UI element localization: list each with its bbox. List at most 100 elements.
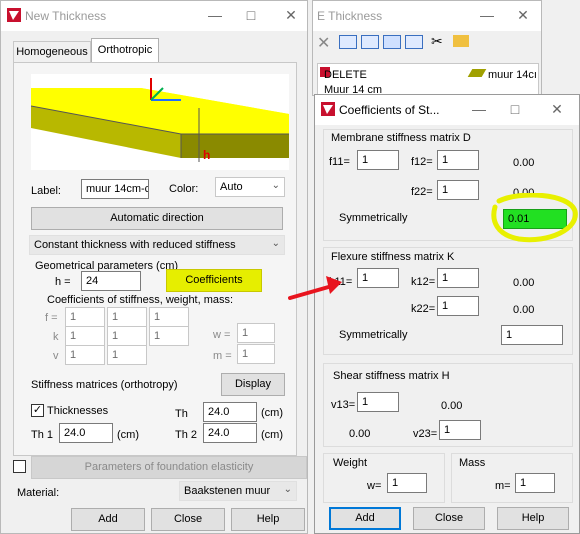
f11-input[interactable]: 1 [357, 150, 399, 170]
m-field[interactable]: 1 [237, 344, 275, 364]
f2-field[interactable]: 1 [107, 307, 147, 327]
list-item-right[interactable]: muur 14cı [488, 68, 537, 82]
cut-icon[interactable]: ✂ [431, 33, 443, 50]
v13-input[interactable]: 1 [357, 392, 399, 412]
membrane-zero-a: 0.00 [513, 157, 535, 169]
close-icon[interactable]: ✕ [543, 99, 571, 119]
k12-input[interactable]: 1 [437, 268, 479, 288]
app-icon [321, 102, 335, 116]
k22-caption: k22= [411, 303, 436, 315]
close-icon[interactable]: ✕ [277, 5, 305, 25]
f12-input[interactable]: 1 [437, 150, 479, 170]
new-thickness-window: New Thickness — □ ✕ Homogeneous Orthotro… [0, 0, 308, 534]
th1-input[interactable]: 24.0 [59, 423, 113, 443]
plate-drawing [30, 78, 289, 162]
mass-caption: m= [495, 480, 511, 492]
th-unit: (cm) [261, 407, 283, 419]
chevron-down-icon: ⌄ [283, 484, 292, 495]
k11-input[interactable]: 1 [357, 268, 399, 288]
weight-caption: w= [367, 480, 382, 492]
delete-x-icon[interactable]: ✕ [317, 33, 330, 53]
foundation-checkbox[interactable] [13, 460, 26, 473]
mass-input[interactable]: 1 [515, 473, 555, 493]
display-button[interactable]: Display [221, 373, 285, 396]
v-caption: v [53, 350, 59, 362]
minimize-icon[interactable]: — [465, 99, 493, 119]
view-icon-1[interactable] [339, 35, 357, 49]
maximize-icon[interactable]: □ [501, 99, 529, 119]
add-button[interactable]: Add [71, 508, 145, 531]
f22-input[interactable]: 1 [437, 180, 479, 200]
window-title: New Thickness [25, 9, 107, 23]
thickness-illustration: h [30, 74, 289, 170]
close-icon[interactable]: ✕ [509, 5, 537, 25]
w-field[interactable]: 1 [237, 323, 275, 343]
color-select[interactable]: Auto ⌄ [215, 177, 285, 197]
th-caption: Th [175, 408, 188, 420]
k12-caption: k12= [411, 276, 436, 288]
tab-homogeneous[interactable]: Homogeneous [13, 41, 91, 63]
foundation-elasticity-button[interactable]: Parameters of foundation elasticity [31, 456, 307, 479]
tab-orthotropic[interactable]: Orthotropic [91, 38, 159, 63]
membrane-symmetrically: Symmetrically [339, 212, 408, 224]
label-input[interactable]: muur 14cm-c [81, 179, 149, 199]
help-button[interactable]: Help [231, 508, 305, 531]
thickness-type-value: Constant thickness with reduced stiffnes… [34, 239, 236, 251]
k22-input[interactable]: 1 [437, 296, 479, 316]
mass-title: Mass [459, 457, 486, 469]
flexure-title: Flexure stiffness matrix K [331, 251, 455, 263]
f-caption: f = [45, 312, 58, 324]
coef-title: Coefficients of stiffness, weight, mass: [47, 294, 234, 306]
thicknesses-label: Thicknesses [47, 405, 109, 417]
th2-input[interactable]: 24.0 [203, 423, 257, 443]
thicknesses-checkbox[interactable]: ✓ [31, 404, 44, 417]
f22-caption: f22= [411, 186, 433, 198]
k1-field[interactable]: 1 [65, 326, 105, 346]
v2-field[interactable]: 1 [107, 345, 147, 365]
coefficients-window: Coefficients of St... — □ ✕ Membrane sti… [314, 94, 580, 534]
minimize-icon[interactable]: — [201, 5, 229, 25]
new-folder-icon[interactable] [453, 35, 469, 47]
m-caption: m = [213, 350, 232, 362]
left-titlebar: New Thickness — □ ✕ [1, 1, 307, 31]
middle-toolbar: ✕ ✂ [313, 31, 543, 57]
close-button[interactable]: Close [151, 508, 225, 531]
flexure-zero-a: 0.00 [513, 277, 535, 289]
color-caption: Color: [169, 183, 199, 195]
v1-field[interactable]: 1 [65, 345, 105, 365]
thickness-type-select[interactable]: Constant thickness with reduced stiffnes… [29, 235, 285, 255]
list-item[interactable]: DELETE [324, 68, 367, 82]
maximize-icon[interactable]: □ [237, 5, 265, 25]
flexure-sym-input[interactable]: 1 [501, 325, 563, 345]
middle-titlebar: E Thickness — ✕ [313, 1, 541, 31]
view-icon-4[interactable] [405, 35, 423, 49]
material-select[interactable]: Baakstenen muur ⌄ [179, 481, 297, 501]
v13-caption: v13= [331, 399, 356, 411]
view-icon-2[interactable] [361, 35, 379, 49]
right-titlebar: Coefficients of St... — □ ✕ [315, 95, 579, 125]
k3-field[interactable]: 1 [149, 326, 189, 346]
h-dimension-label: h [203, 148, 211, 162]
f12-caption: f12= [411, 156, 433, 168]
th-input[interactable]: 24.0 [203, 402, 257, 422]
minimize-icon[interactable]: — [473, 5, 501, 25]
coefficients-button[interactable]: Coefficients [166, 269, 262, 292]
automatic-direction-button[interactable]: Automatic direction [31, 207, 283, 230]
th1-unit: (cm) [117, 429, 139, 441]
shear-zero-b: 0.00 [349, 428, 371, 440]
coef-add-button[interactable]: Add [329, 507, 401, 530]
k2-field[interactable]: 1 [107, 326, 147, 346]
weight-input[interactable]: 1 [387, 473, 427, 493]
h-input[interactable]: 24 [81, 271, 141, 291]
th2-caption: Th 2 [175, 429, 198, 441]
f1-field[interactable]: 1 [65, 307, 105, 327]
coef-close-button[interactable]: Close [413, 507, 485, 530]
label-caption: Label: [31, 185, 61, 197]
v23-input[interactable]: 1 [439, 420, 481, 440]
middle-window-title: E Thickness [317, 9, 383, 23]
flexure-zero-b: 0.00 [513, 304, 535, 316]
f3-field[interactable]: 1 [149, 307, 189, 327]
material-caption: Material: [17, 487, 60, 499]
view-icon-3[interactable] [383, 35, 401, 49]
coef-help-button[interactable]: Help [497, 507, 569, 530]
